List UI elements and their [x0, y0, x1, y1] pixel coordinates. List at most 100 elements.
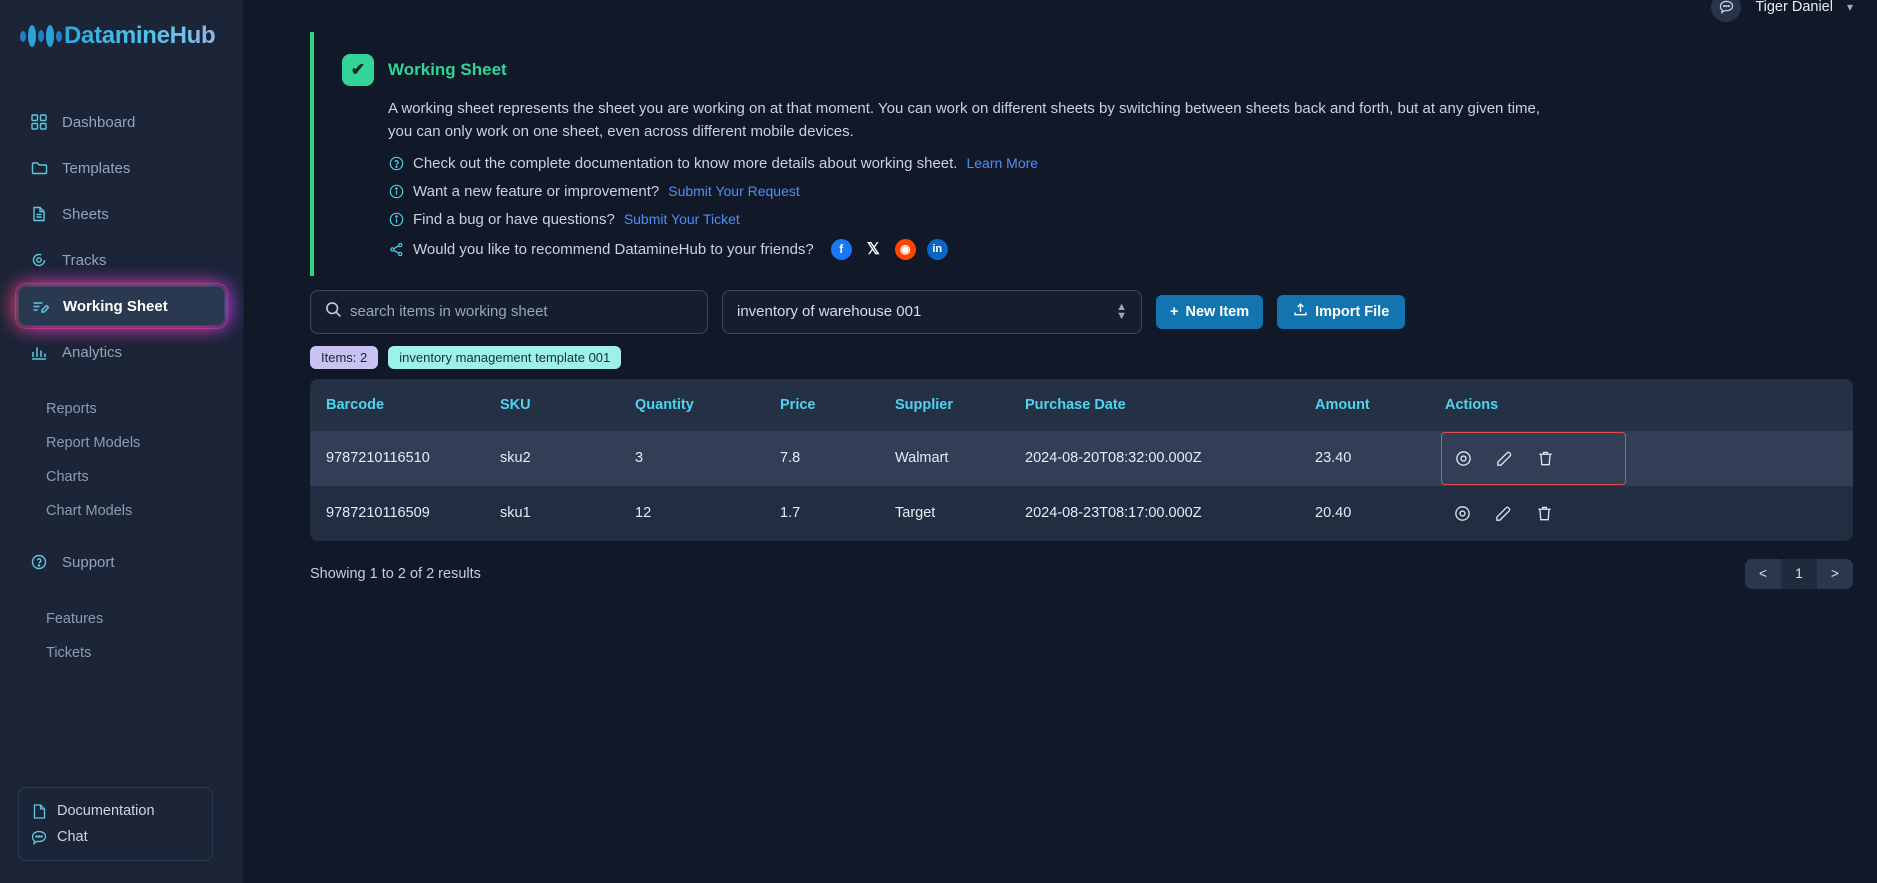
- edit-list-icon: [31, 297, 49, 315]
- items-table: Barcode SKU Quantity Price Supplier Purc…: [310, 378, 1853, 541]
- sidebar-subitem-charts[interactable]: Charts: [0, 460, 243, 494]
- search-box[interactable]: [310, 289, 708, 334]
- sidebar-subitem-report-models[interactable]: Report Models: [0, 426, 243, 460]
- banner-share-text: Would you like to recommend DatamineHub …: [413, 240, 814, 258]
- results-count: Showing 1 to 2 of 2 results: [310, 565, 481, 582]
- edit-icon[interactable]: [1494, 504, 1513, 523]
- chevron-down-icon[interactable]: ▾: [1847, 0, 1853, 14]
- plus-icon: +: [1170, 303, 1179, 320]
- view-icon[interactable]: [1453, 504, 1472, 523]
- sidebar-item-tracks[interactable]: Tracks: [18, 240, 225, 280]
- column-header-barcode[interactable]: Barcode: [310, 378, 500, 431]
- next-page-button[interactable]: >: [1817, 559, 1853, 589]
- table-row[interactable]: 9787210116509 sku1 12 1.7 Target 2024-08…: [310, 485, 1853, 541]
- cell-amount: 20.40: [1315, 505, 1352, 522]
- column-header-actions: Actions: [1445, 378, 1853, 431]
- banner-doc-line: Check out the complete documentation to …: [388, 155, 1548, 172]
- sidebar-item-chat[interactable]: Chat: [31, 824, 200, 850]
- info-circle-icon: [388, 211, 404, 227]
- sidebar-subitem-reports[interactable]: Reports: [0, 392, 243, 426]
- search-input[interactable]: [350, 303, 693, 321]
- sidebar-item-working-sheet[interactable]: Working Sheet: [15, 283, 228, 329]
- sidebar-subitem-features[interactable]: Features: [0, 602, 243, 636]
- sidebar: DatamineHub Dashboard Templates Sheets T…: [0, 0, 244, 883]
- cell-barcode: 9787210116510: [326, 450, 430, 467]
- column-header-supplier[interactable]: Supplier: [895, 378, 1025, 431]
- sidebar-item-support[interactable]: Support: [18, 542, 225, 582]
- cell-quantity: 3: [635, 450, 644, 467]
- table-row[interactable]: 9787210116510 sku2 3 7.8 Walmart 2024-08…: [310, 430, 1853, 486]
- sidebar-bottom-box: Documentation Chat: [18, 787, 213, 861]
- prev-page-button[interactable]: <: [1745, 559, 1781, 589]
- info-banner: ✔ Working Sheet A working sheet represen…: [310, 32, 1853, 276]
- delete-icon[interactable]: [1536, 449, 1555, 468]
- chips-row: Items: 2 inventory management template 0…: [310, 345, 1853, 369]
- items-count-badge: Items: 2: [310, 345, 379, 369]
- cell-barcode: 9787210116509: [326, 505, 430, 522]
- brand-logo[interactable]: DatamineHub: [0, 0, 243, 54]
- page-title: Working Sheet: [388, 60, 507, 79]
- linkedin-icon[interactable]: in: [926, 238, 948, 260]
- upload-icon: [1293, 302, 1308, 321]
- sidebar-item-templates[interactable]: Templates: [18, 148, 225, 188]
- view-icon[interactable]: [1454, 449, 1473, 468]
- toolbar: inventory of warehouse 001 ▲▼ + New Item…: [310, 289, 1853, 334]
- sidebar-item-label: Analytics: [62, 343, 123, 361]
- cell-supplier: Walmart: [895, 450, 949, 467]
- column-header-sku[interactable]: SKU: [500, 378, 635, 431]
- question-circle-icon: [388, 155, 404, 171]
- cell-supplier: Target: [895, 505, 936, 522]
- edit-icon[interactable]: [1495, 449, 1514, 468]
- sidebar-item-label: Templates: [62, 159, 131, 177]
- template-badge: inventory management template 001: [388, 345, 622, 369]
- sidebar-item-label: Documentation: [57, 803, 155, 819]
- document-icon: [30, 205, 48, 223]
- file-icon: [31, 803, 47, 819]
- main-content: Tiger Daniel ▾ ✔ Working Sheet A working…: [244, 0, 1877, 883]
- sidebar-nav: Dashboard Templates Sheets Tracks Workin…: [0, 102, 243, 670]
- cell-price: 7.8: [780, 450, 801, 467]
- banner-feature-line: Want a new feature or improvement? Submi…: [388, 183, 1548, 200]
- sidebar-item-analytics[interactable]: Analytics: [18, 332, 225, 372]
- new-item-button[interactable]: + New Item: [1156, 294, 1264, 329]
- reddit-icon[interactable]: ◉: [894, 238, 916, 260]
- sidebar-subitem-tickets[interactable]: Tickets: [0, 636, 243, 670]
- info-circle-icon: [388, 183, 404, 199]
- column-header-price[interactable]: Price: [780, 378, 895, 431]
- delete-icon[interactable]: [1535, 504, 1554, 523]
- sidebar-item-documentation[interactable]: Documentation: [31, 798, 200, 824]
- import-file-button[interactable]: Import File: [1277, 294, 1406, 329]
- column-header-amount[interactable]: Amount: [1315, 378, 1445, 431]
- learn-more-link[interactable]: Learn More: [966, 155, 1038, 171]
- new-item-label: New Item: [1185, 303, 1250, 320]
- social-links: f 𝕏 ◉ in: [830, 238, 948, 260]
- banner-bug-line: Find a bug or have questions? Submit You…: [388, 211, 1548, 228]
- check-icon: ✔: [342, 54, 374, 86]
- cell-actions: [1445, 486, 1853, 541]
- target-icon: [30, 251, 48, 269]
- sidebar-item-label: Tracks: [62, 251, 107, 269]
- table-footer: Showing 1 to 2 of 2 results < 1 >: [310, 558, 1853, 589]
- column-header-purchase-date[interactable]: Purchase Date: [1025, 378, 1315, 431]
- column-header-quantity[interactable]: Quantity: [635, 378, 780, 431]
- sidebar-item-dashboard[interactable]: Dashboard: [18, 102, 225, 142]
- warehouse-select[interactable]: inventory of warehouse 001 ▲ ▼: [722, 289, 1142, 334]
- page-content: ✔ Working Sheet A working sheet represen…: [244, 22, 1877, 589]
- submit-request-link[interactable]: Submit Your Request: [668, 183, 800, 199]
- row-actions-group: [1445, 504, 1853, 523]
- bar-chart-icon: [30, 343, 48, 361]
- facebook-icon[interactable]: f: [830, 238, 852, 260]
- sidebar-item-label: Chat: [57, 829, 88, 845]
- cell-price: 1.7: [780, 505, 801, 522]
- sidebar-item-label: Working Sheet: [63, 297, 168, 315]
- import-file-label: Import File: [1315, 303, 1390, 320]
- table-body: 9787210116510 sku2 3 7.8 Walmart 2024-08…: [310, 430, 1853, 541]
- sidebar-subitem-chart-models[interactable]: Chart Models: [0, 494, 243, 528]
- folder-icon: [30, 159, 48, 177]
- chat-bubble-icon[interactable]: [1711, 0, 1742, 22]
- submit-ticket-link[interactable]: Submit Your Ticket: [624, 211, 740, 227]
- x-twitter-icon[interactable]: 𝕏: [863, 239, 884, 260]
- chevron-updown-icon: ▲ ▼: [1116, 300, 1127, 322]
- page-number-1[interactable]: 1: [1781, 558, 1817, 589]
- sidebar-item-sheets[interactable]: Sheets: [18, 194, 225, 234]
